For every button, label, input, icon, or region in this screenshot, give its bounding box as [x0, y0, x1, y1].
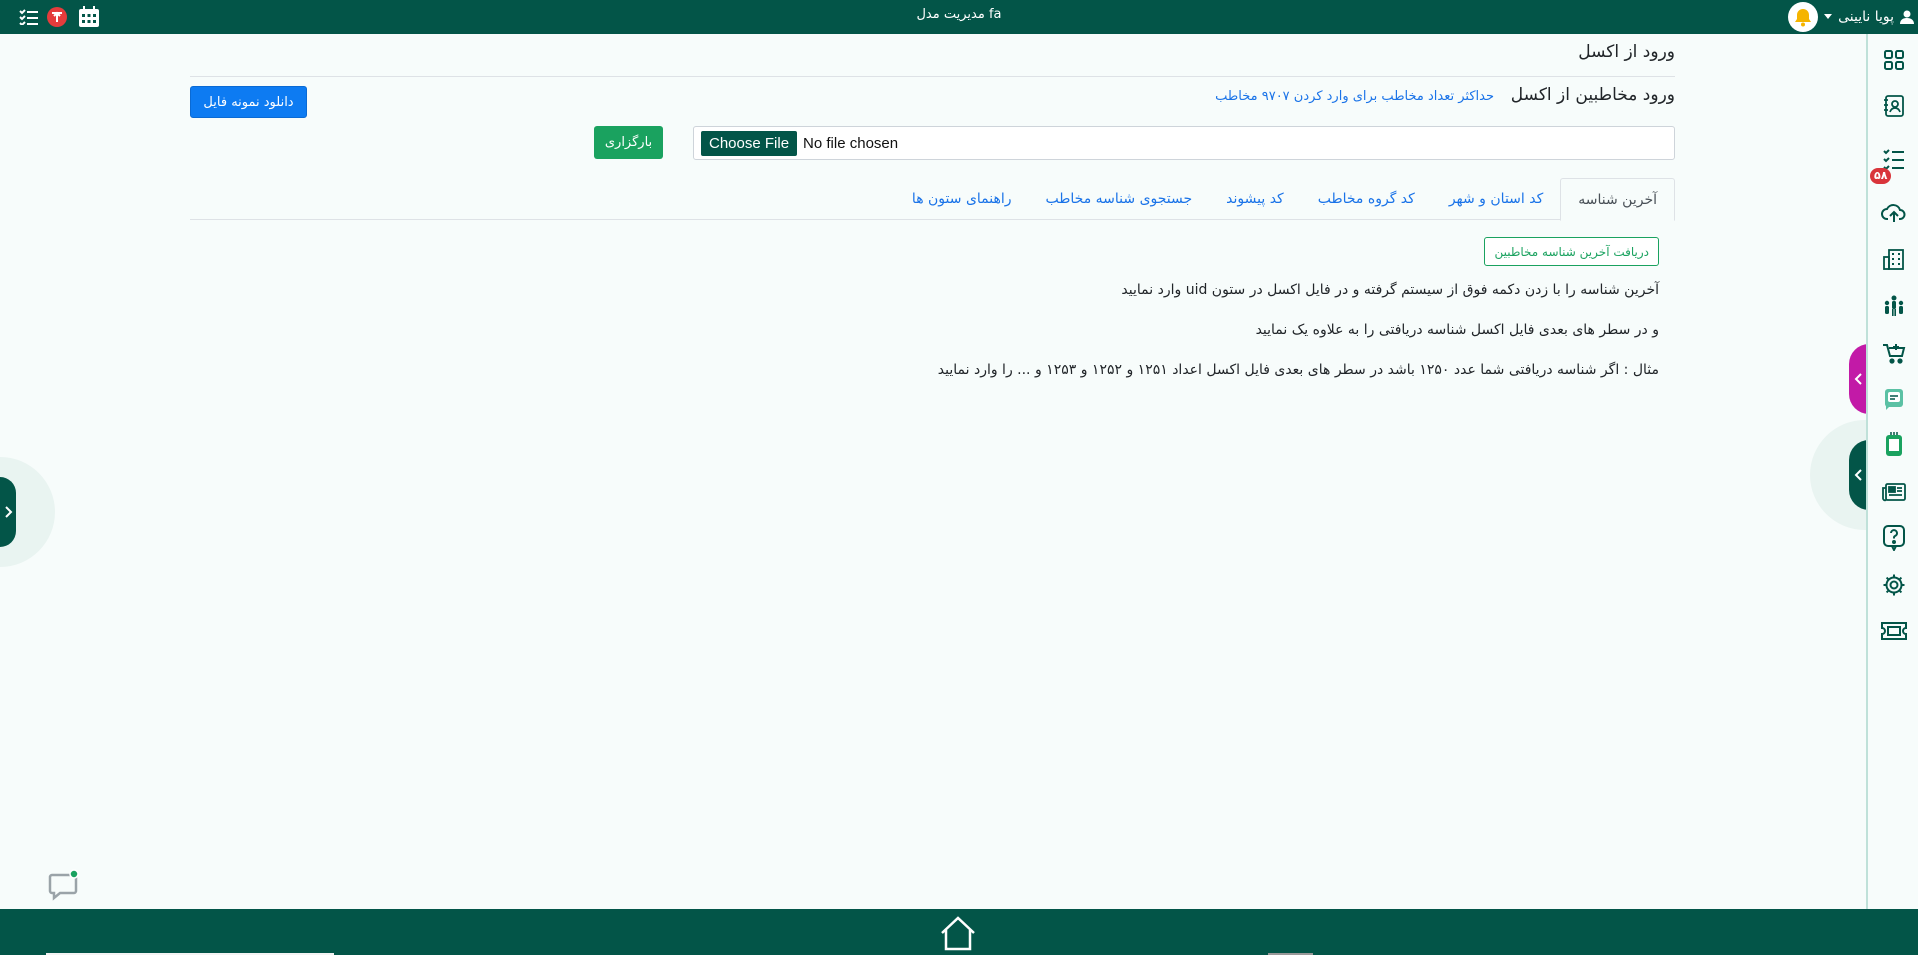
tab-bar: آخرین شناسه کد استان و شهر کد گروه مخاطب… — [190, 178, 1675, 221]
instruction-line-1: آخرین شناسه را با زدن دکمه فوق از سیستم … — [1121, 282, 1659, 298]
tasks-count-badge: ۵۸ — [1870, 168, 1892, 184]
home-button[interactable] — [938, 915, 978, 951]
bell-icon — [1795, 9, 1812, 27]
chat-support-button[interactable] — [46, 869, 82, 905]
cart-icon[interactable] — [1880, 339, 1908, 367]
home-icon — [941, 916, 975, 951]
download-sample-button[interactable]: دانلود نمونه فایل — [190, 86, 307, 118]
max-contacts-note[interactable]: حداکثر تعداد مخاطب برای وارد کردن ۹۷۰۷ م… — [1215, 89, 1494, 104]
upload-button[interactable]: بارگزاری — [594, 126, 663, 159]
bottom-bar — [0, 909, 1918, 955]
dashboard-icon[interactable] — [1880, 46, 1908, 74]
help-icon[interactable] — [1880, 524, 1908, 552]
chevron-left-icon — [1854, 469, 1862, 481]
instruction-line-2: و در سطر های بعدی فایل اکسل شناسه دریافت… — [1255, 322, 1659, 338]
notification-bell-button[interactable] — [1788, 2, 1819, 32]
contacts-book-icon[interactable] — [1880, 92, 1908, 120]
page-title: ورود از اکسل — [1578, 42, 1675, 62]
file-input[interactable]: Choose File No file chosen — [693, 126, 1675, 160]
app-title: مدیریت مدل fa — [916, 7, 1002, 22]
right-drawer-handle — [1810, 420, 1869, 530]
tab-province-city-code[interactable]: کد استان و شهر — [1432, 178, 1560, 220]
tab-columns-guide[interactable]: راهنمای ستون ها — [895, 178, 1029, 220]
cloud-upload-icon[interactable] — [1880, 198, 1908, 226]
ticket-icon[interactable] — [1880, 617, 1908, 645]
chevron-right-icon — [5, 506, 13, 518]
left-drawer-handle — [0, 457, 55, 567]
building-icon[interactable] — [1880, 245, 1908, 273]
tab-search-contact-id[interactable]: جستجوی شناسه مخاطب — [1029, 178, 1210, 220]
chevron-left-icon — [1854, 373, 1862, 385]
left-drawer-toggle[interactable] — [0, 477, 16, 547]
tab-contact-group-code[interactable]: کد گروه مخاطب — [1301, 178, 1432, 220]
chat-bubble-icon — [48, 869, 79, 901]
tab-prefix-code[interactable]: کد پیشوند — [1209, 178, 1301, 220]
user-menu[interactable]: پویا نایینی — [1788, 2, 1914, 32]
top-bar: مدیریت مدل fa پویا نایینی — [0, 0, 1918, 34]
users-group-icon[interactable] — [1880, 292, 1908, 320]
instruction-line-3: مثال : اگر شناسه دریافتی شما عدد ۱۲۵۰ با… — [937, 362, 1659, 378]
news-icon[interactable] — [1880, 478, 1908, 506]
user-icon — [1900, 10, 1914, 24]
right-sidebar: ۵۸ — [1866, 34, 1918, 909]
mobile-icon[interactable] — [1880, 431, 1908, 459]
user-name: پویا نایینی — [1838, 9, 1894, 25]
caret-down-icon — [1824, 14, 1833, 19]
sms-icon[interactable] — [1880, 385, 1908, 413]
title-divider — [190, 76, 1675, 77]
settings-icon[interactable] — [1880, 571, 1908, 599]
choose-file-button[interactable]: Choose File — [701, 130, 798, 156]
file-status: No file chosen — [803, 134, 899, 152]
section-title: ورود مخاطبین از اکسل — [1510, 85, 1675, 105]
tab-last-id[interactable]: آخرین شناسه — [1560, 178, 1675, 221]
get-last-id-button[interactable]: دریافت آخرین شناسه مخاطبین — [1484, 237, 1659, 266]
